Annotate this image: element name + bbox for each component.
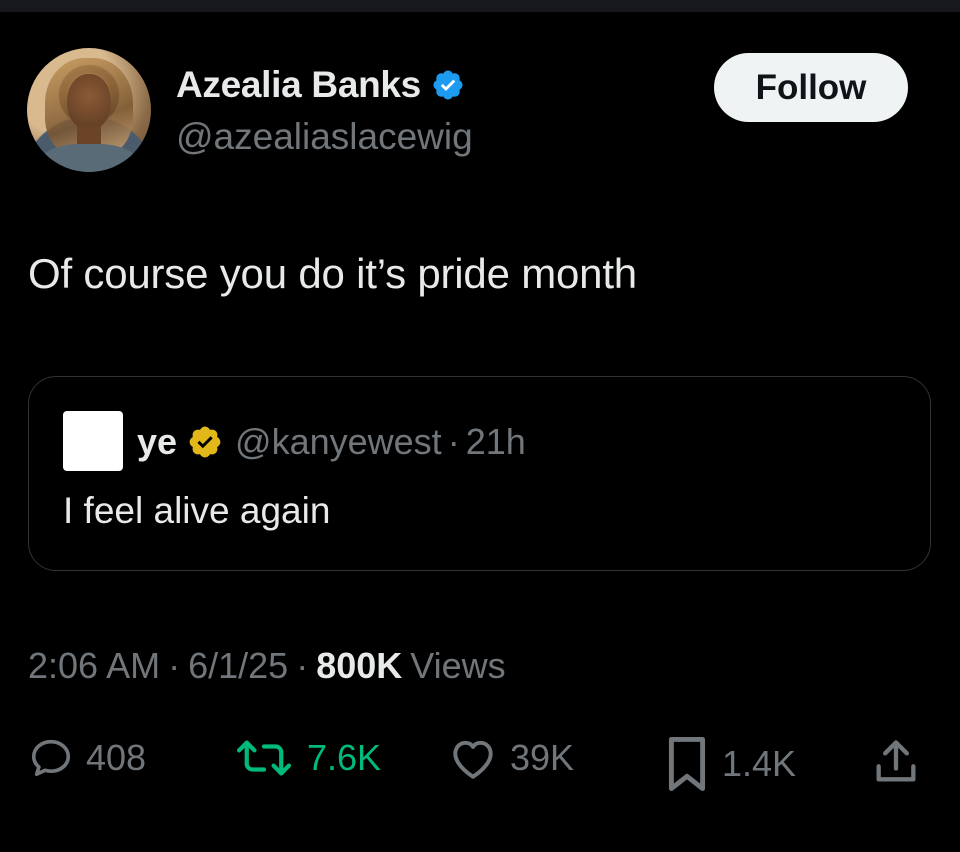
tweet-time[interactable]: 2:06 AM bbox=[28, 645, 160, 687]
bookmark-icon bbox=[668, 737, 706, 791]
like-count: 39K bbox=[510, 737, 575, 778]
avatar-face bbox=[67, 74, 111, 130]
repost-button[interactable]: 7.6K bbox=[233, 735, 381, 781]
share-icon bbox=[876, 740, 916, 782]
views-count[interactable]: 800K bbox=[316, 645, 402, 687]
avatar-dress bbox=[39, 144, 139, 172]
reply-icon bbox=[31, 739, 71, 777]
like-button[interactable]: 39K bbox=[448, 735, 574, 781]
bookmark-button[interactable]: 1.4K bbox=[664, 735, 796, 793]
quoted-time[interactable]: 21h bbox=[466, 421, 526, 463]
repost-icon bbox=[236, 740, 292, 776]
tweet-date[interactable]: 6/1/25 bbox=[188, 645, 288, 687]
repost-count: 7.6K bbox=[307, 737, 382, 778]
meta-separator: · bbox=[168, 645, 181, 686]
meta-separator: · bbox=[296, 645, 309, 686]
views-label: Views bbox=[410, 645, 506, 686]
author-name[interactable]: Azealia Banks bbox=[176, 64, 421, 106]
verified-gold-badge-icon bbox=[189, 426, 221, 458]
heart-icon bbox=[453, 740, 493, 779]
author-name-row[interactable]: Azealia Banks bbox=[176, 64, 465, 106]
reply-button[interactable]: 408 bbox=[28, 735, 146, 781]
quoted-header: ye @kanyewest · 21h bbox=[137, 421, 526, 463]
quoted-tweet[interactable]: ye @kanyewest · 21h I feel alive again bbox=[28, 376, 931, 571]
action-bar: 408 7.6K 39K 1.4K bbox=[28, 735, 932, 795]
quoted-avatar[interactable] bbox=[63, 411, 123, 471]
follow-button[interactable]: Follow bbox=[714, 53, 908, 122]
quoted-handle[interactable]: @kanyewest bbox=[235, 421, 442, 463]
author-handle[interactable]: @azealiaslacewig bbox=[176, 116, 473, 158]
status-bar-edge bbox=[0, 0, 960, 12]
tweet-meta: 2:06 AM · 6/1/25 · 800K Views bbox=[28, 645, 506, 687]
share-button[interactable] bbox=[870, 735, 922, 789]
reply-count: 408 bbox=[86, 737, 147, 778]
bookmark-count: 1.4K bbox=[722, 743, 797, 784]
verified-badge-icon bbox=[433, 70, 463, 100]
author-avatar[interactable] bbox=[27, 48, 151, 172]
quoted-name[interactable]: ye bbox=[137, 421, 177, 463]
quoted-text: I feel alive again bbox=[63, 490, 331, 531]
tweet-text: Of course you do it’s pride month bbox=[28, 250, 637, 297]
quoted-separator: · bbox=[447, 421, 460, 462]
